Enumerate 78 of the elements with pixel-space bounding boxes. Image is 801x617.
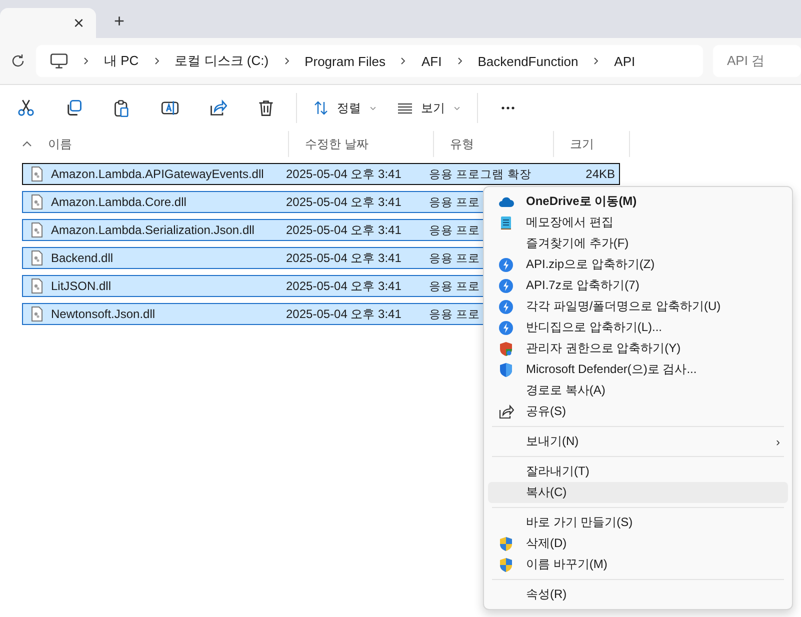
file-name: Newtonsoft.Json.dll: [51, 307, 156, 321]
dropdown-caret-icon: [369, 104, 377, 112]
shield-icon: [498, 556, 514, 572]
search-field[interactable]: API 검: [713, 45, 801, 77]
date-cell-text: 2025-05-04 오후 3:41: [285, 222, 402, 238]
trash-icon: [257, 99, 275, 117]
menu-item[interactable]: 관리자 권한으로 압축하기(Y): [488, 338, 788, 359]
dll-file-icon: [29, 250, 45, 266]
lightning-icon: [498, 320, 514, 336]
menu-item[interactable]: 보내기(N) ›: [488, 431, 788, 452]
menu-item[interactable]: 잘라내기(T): [488, 461, 788, 482]
file-name: Backend.dll: [51, 251, 114, 265]
breadcrumb[interactable]: AFI: [421, 54, 442, 68]
type-cell-text: 응용 프로: [428, 252, 480, 266]
copy-icon: [65, 99, 83, 117]
breadcrumb[interactable]: 로컬 디스크 (C:): [174, 52, 269, 70]
dll-file-icon: [29, 222, 45, 238]
menu-item[interactable]: 삭제(D): [488, 533, 788, 554]
date-cell-text: 2025-05-04 오후 3:41: [285, 250, 402, 266]
breadcrumb[interactable]: 내 PC: [104, 52, 139, 70]
dll-file-icon: [29, 306, 45, 322]
clipboard-icon: [113, 99, 131, 117]
submenu-arrow: ›: [776, 434, 780, 448]
date-cell-text: 2025-05-04 오후 3:41: [285, 278, 402, 294]
menu-item[interactable]: 복사(C): [488, 482, 788, 503]
menu-item[interactable]: 이름 바꾸기(M): [488, 554, 788, 575]
type-cell-text: 응용 프로: [428, 308, 480, 322]
sort-arrows-icon: [313, 100, 329, 116]
file-name: LitJSON.dll: [51, 279, 112, 293]
new-tab-button[interactable]: +: [110, 11, 129, 32]
menu-item[interactable]: 바로 가기 만들기(S): [488, 512, 788, 533]
shield-icon: [498, 536, 514, 552]
browser-tab[interactable]: ×: [0, 8, 96, 38]
sort-caret-icon: [22, 140, 32, 148]
file-name: Amazon.Lambda.APIGatewayEvents.dll: [51, 167, 264, 181]
lightning-icon: [498, 278, 514, 294]
more-icon: [501, 106, 515, 110]
date-cell-text: 2025-05-04 오후 3:41: [285, 166, 402, 182]
sort-button[interactable]: 정렬: [303, 94, 387, 122]
breadcrumb[interactable]: BackendFunction: [478, 54, 578, 68]
date-cell-text: 2025-05-04 오후 3:41: [285, 306, 402, 322]
type-cell-text: 응용 프로: [428, 224, 480, 238]
lightning-icon: [498, 298, 514, 314]
dll-file-icon: [29, 166, 45, 182]
rename-icon: [161, 99, 179, 117]
column-header[interactable]: 이름: [32, 131, 289, 157]
menu-item[interactable]: 경로로 복사(A): [488, 380, 788, 401]
size-cell-text: 24KB: [584, 167, 616, 181]
type-cell-text: 응용 프로그램 확장: [428, 168, 532, 182]
type-cell-text: 응용 프로: [428, 196, 480, 210]
lightning-icon: [498, 256, 514, 272]
dropdown-caret-icon: [453, 104, 461, 112]
share-icon: [209, 99, 227, 117]
view-button[interactable]: 보기: [387, 94, 471, 122]
address-bar[interactable]: 내 PC 로컬 디스크 (C:) Program Files AFI BackendFunction API: [36, 45, 703, 77]
scissors-icon: [17, 99, 35, 117]
notepad-icon: [498, 214, 514, 230]
date-cell-text: 2025-05-04 오후 3:41: [285, 194, 402, 210]
refresh-icon: [10, 53, 26, 69]
share-icon: [498, 404, 514, 420]
file-row[interactable]: Amazon.Lambda.APIGatewayEvents.dll 2025-05-04 오후 3:41 응용 프로그램 확장 24KB: [22, 163, 620, 185]
close-tab-button[interactable]: ×: [69, 12, 88, 34]
monitor-icon: [50, 52, 68, 70]
type-cell-text: 응용 프로: [428, 280, 480, 294]
column-header[interactable]: 수정한 날짜: [289, 131, 434, 157]
column-header[interactable]: 크기: [554, 131, 630, 157]
dll-file-icon: [29, 194, 45, 210]
shield-icon: [498, 362, 514, 378]
menu-item[interactable]: 공유(S): [488, 401, 788, 422]
file-name: Amazon.Lambda.Core.dll: [51, 195, 186, 209]
menu-item[interactable]: 속성(R): [488, 584, 788, 605]
breadcrumb[interactable]: Program Files: [304, 54, 386, 68]
dll-file-icon: [29, 278, 45, 294]
column-header[interactable]: 유형: [434, 131, 554, 157]
shield-icon: [498, 340, 514, 356]
menu-item[interactable]: Microsoft Defender(으)로 검사...: [488, 359, 788, 380]
breadcrumb[interactable]: API: [614, 54, 636, 68]
file-name: Amazon.Lambda.Serialization.Json.dll: [51, 223, 254, 237]
